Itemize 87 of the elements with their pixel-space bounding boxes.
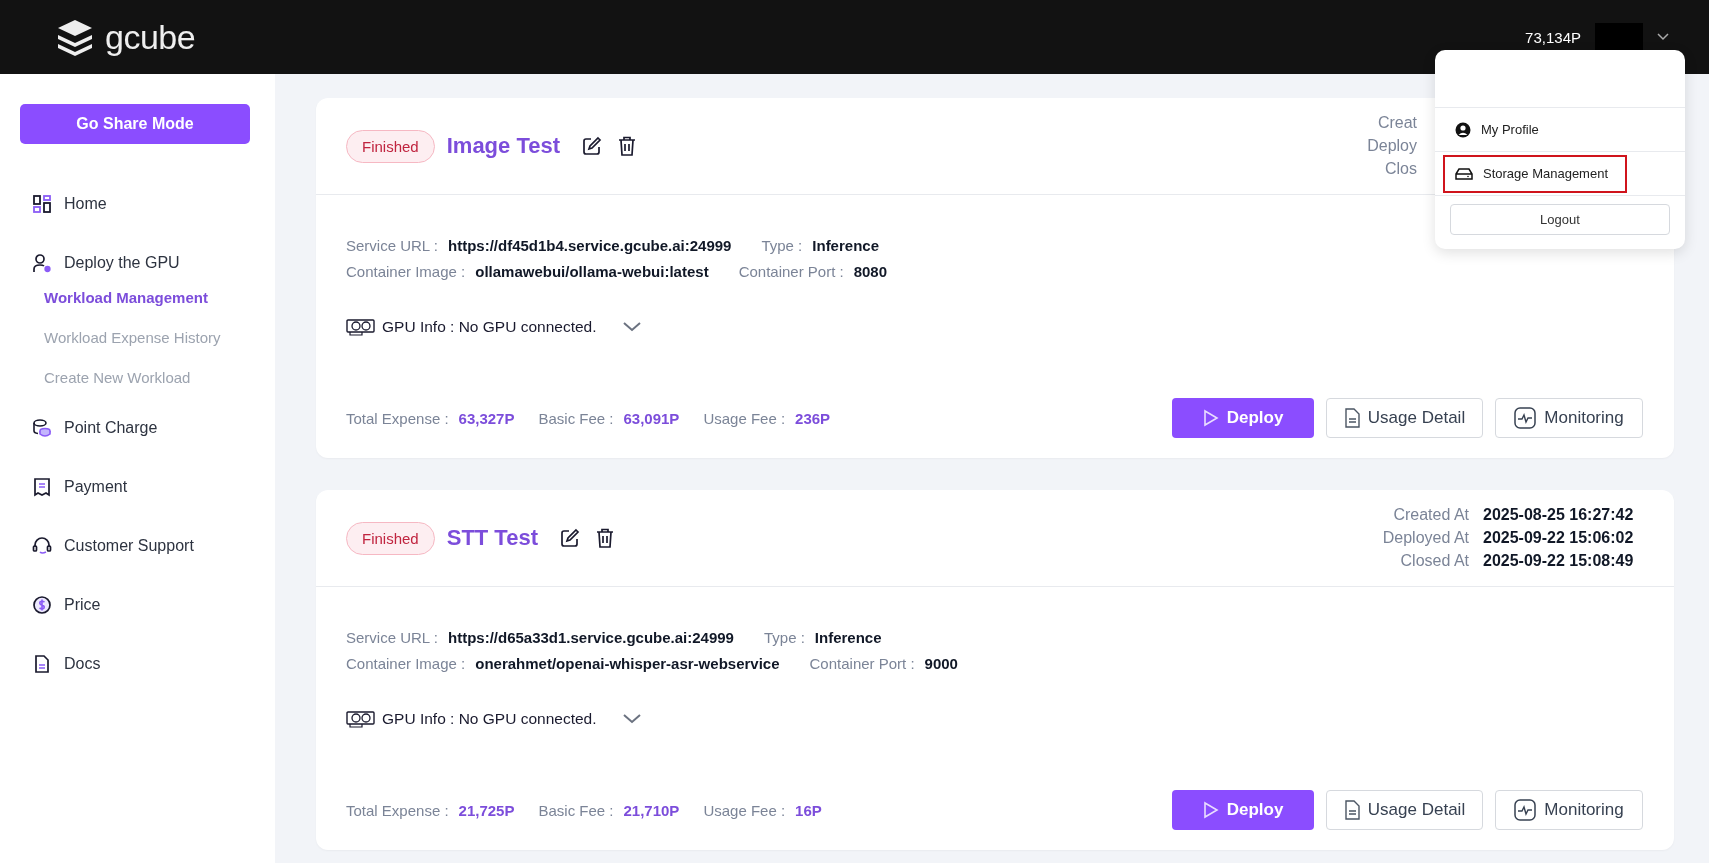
field-label: Container Port :: [809, 655, 915, 672]
fee-label: Total Expense :: [346, 801, 449, 819]
gpu-info-text: GPU Info : No GPU connected.: [382, 318, 597, 336]
nav-item[interactable]: Home: [20, 174, 250, 233]
date-value: 2025-08-25 16:27:42: [1483, 506, 1635, 524]
play-icon: [1202, 409, 1219, 427]
fee-label: Usage Fee :: [703, 409, 786, 427]
monitoring-button[interactable]: Monitoring: [1495, 790, 1643, 830]
nav-item[interactable]: Customer Support: [20, 516, 250, 575]
drive-icon: [1455, 166, 1473, 181]
fee-label: Total Expense :: [346, 409, 449, 427]
trash-icon[interactable]: [618, 136, 636, 156]
chevron-down-icon[interactable]: [622, 322, 641, 332]
pulse-icon: [1514, 407, 1537, 429]
field-value: Inference: [812, 237, 879, 254]
fee-value: 236P: [795, 409, 831, 427]
nav-item[interactable]: Docs: [20, 634, 250, 693]
nav-item[interactable]: Payment: [20, 457, 250, 516]
fee-label: Usage Fee :: [703, 801, 786, 819]
graphics-card-icon: [346, 710, 376, 728]
fee-value: 63,327P: [458, 409, 515, 427]
date-label: Deploy: [1367, 137, 1417, 155]
field-label: Type :: [763, 629, 805, 646]
nav-item[interactable]: Point Charge: [20, 398, 250, 457]
field-value: onerahmet/openai-whisper-asr-webservice: [475, 655, 780, 672]
date-label: Closed At: [1399, 552, 1469, 570]
chevron-down-icon[interactable]: [622, 714, 641, 724]
pulse-icon: [1514, 799, 1537, 821]
trash-icon[interactable]: [595, 528, 614, 548]
logo-text: gcube: [105, 17, 196, 57]
receipt-icon: [32, 476, 52, 497]
fee-label: Basic Fee :: [538, 409, 614, 427]
field-value: https://df45d1b4.service.gcube.ai:24999: [448, 237, 732, 254]
gpu-info-text: GPU Info : No GPU connected.: [382, 710, 597, 728]
usage-detail-button[interactable]: Usage Detail: [1326, 398, 1483, 438]
workload-name: STT Test: [446, 525, 538, 551]
logout-button[interactable]: Logout: [1450, 204, 1670, 235]
date-label: Deployed At: [1382, 529, 1469, 547]
coins-icon: [32, 417, 52, 438]
share-mode-button[interactable]: Go Share Mode: [20, 104, 250, 144]
date-label: Clos: [1384, 160, 1417, 178]
user-icon: [1455, 121, 1471, 138]
field-label: Container Image :: [346, 655, 466, 672]
redacted-block: [1595, 23, 1643, 51]
field-value: 8080: [853, 263, 888, 280]
fee-value: 63,091P: [623, 409, 680, 427]
usage-detail-button[interactable]: Usage Detail: [1326, 790, 1483, 830]
headset-icon: [32, 535, 52, 556]
monitoring-button[interactable]: Monitoring: [1495, 398, 1643, 438]
date-label: Created At: [1392, 506, 1469, 524]
status-badge: Finished: [346, 521, 435, 555]
field-label: Service URL :: [346, 237, 438, 254]
workload-name: Image Test: [446, 133, 560, 159]
fee-value: 16P: [795, 801, 822, 819]
deploy-button[interactable]: Deploy: [1172, 398, 1314, 438]
edit-icon[interactable]: [582, 136, 602, 156]
play-icon: [1202, 801, 1219, 819]
document-icon: [1343, 408, 1360, 428]
deploy-button[interactable]: Deploy: [1172, 790, 1314, 830]
document-icon: [1343, 800, 1360, 820]
field-value: ollamawebui/ollama-webui:latest: [475, 263, 709, 280]
chevron-down-icon[interactable]: [1657, 33, 1669, 41]
cube-logo-icon: [55, 18, 95, 56]
field-label: Container Image :: [346, 263, 466, 280]
field-value: 9000: [924, 655, 958, 672]
status-badge: Finished: [346, 129, 435, 163]
date-value: 2025-09-22 15:06:02: [1483, 529, 1635, 547]
user-gear-icon: [32, 252, 52, 273]
date-value: 2025-09-22 15:08:49: [1483, 552, 1635, 570]
date-label: Creat: [1376, 114, 1417, 132]
field-value: https://d65a33d1.service.gcube.ai:24999: [448, 629, 734, 646]
fee-value: 21,725P: [458, 801, 515, 819]
dashboard-icon: [32, 193, 52, 214]
field-value: Inference: [814, 629, 882, 646]
menu-item[interactable]: Storage Management: [1443, 154, 1627, 193]
nav-item[interactable]: Price: [20, 575, 250, 634]
fee-label: Basic Fee :: [538, 801, 614, 819]
graphics-card-icon: [346, 318, 376, 336]
field-label: Service URL :: [346, 629, 438, 646]
field-label: Type :: [761, 237, 803, 254]
menu-item[interactable]: My Profile: [1443, 110, 1551, 149]
document-icon: [32, 653, 52, 674]
dollar-icon: [32, 594, 52, 615]
points-balance: 73,134P: [1525, 28, 1581, 46]
field-label: Container Port :: [738, 263, 844, 280]
fee-value: 21,710P: [623, 801, 680, 819]
edit-icon[interactable]: [559, 528, 580, 548]
